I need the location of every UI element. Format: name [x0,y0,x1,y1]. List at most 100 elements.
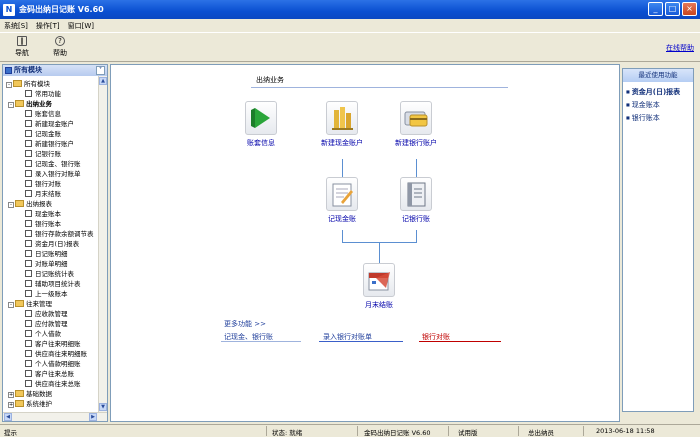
tree-item[interactable]: 资金月(日)报表 [25,239,79,249]
bank-journal-label: 记银行账 [402,215,430,223]
menu-system[interactable]: 系统[S] [4,21,28,31]
scroll-down-icon[interactable]: ▼ [99,403,107,411]
tree-label: 所有模块 [24,80,50,88]
tree-item[interactable]: 新建现金账户 [25,119,74,129]
coins-icon [326,101,358,135]
recent-item[interactable]: 银行账本 [623,113,693,123]
tree-item[interactable]: 客户往来明细账 [25,339,81,349]
tree-label: 客户往来总账 [35,370,74,378]
tree-item[interactable]: 记银行账 [25,149,61,159]
tree-label: 个人借款 [35,330,61,338]
tree-item[interactable]: 现金账本 [25,209,61,219]
recent-item[interactable]: 现金账本 [623,100,693,110]
toolbar: ‖ 导航 ? 帮助 在线帮助 [0,32,700,62]
tree-label: 出纳业务 [26,100,52,108]
horizontal-scrollbar[interactable]: ◀ ▶ [3,412,107,421]
section-divider [251,87,508,88]
tree-item[interactable]: 日记账明细 [25,249,68,259]
menu-operation[interactable]: 操作[T] [36,21,60,31]
close-button[interactable]: × [682,2,697,16]
recent-functions-title: 最近使用功能 [623,69,693,82]
tree-label: 常用功能 [35,90,61,98]
tree-item[interactable]: 应收款管理 [25,309,68,319]
connector-line [416,159,417,177]
status-bar: 提示 状态: 就绪 金码出纳日记账 V6.60 试用版 总出纳员 2013-06… [0,424,700,437]
tree-label: 往来管理 [26,300,52,308]
tree-item[interactable]: 账套信息 [25,109,61,119]
new-cash-account-button[interactable]: 新建现金账户 [307,101,377,148]
scroll-right-icon[interactable]: ▶ [89,413,97,421]
play-icon [245,101,277,135]
tree-label: 个人借款明细账 [35,360,81,368]
tree-label: 资金月(日)报表 [35,240,80,248]
tree-label: 月末结账 [35,190,61,198]
tree-item[interactable]: 供应商往来明细账 [25,349,87,359]
tree-label: 新建银行账户 [35,140,74,148]
menu-bar: 系统[S] 操作[T] 窗口[W] [0,19,700,32]
minimize-button[interactable]: _ [648,2,663,16]
product-text: 金码出纳日记账 V6.60 [364,429,431,437]
tree-folder[interactable]: + 基础数据 [8,389,52,399]
module-tree: - 所有模块常用功能 - 出纳业务 账套信息 新建现金账户 记现金账 新建银行账户 记银行账 记现… [3,79,99,409]
tree-item[interactable]: 银行存款余额调节表 [25,229,94,239]
tree-label: 对账单明细 [35,260,68,268]
nav-button[interactable]: ‖ 导航 [9,36,35,58]
tree-item[interactable]: 银行账本 [25,219,61,229]
tree-item[interactable]: 应付款管理 [25,319,68,329]
tree-label: 供应商往来总账 [35,380,81,388]
sidebar-header: 所有模块 ˅ [3,65,107,76]
chevron-down-icon[interactable]: ˅ [96,66,105,75]
tree-item[interactable]: 常用功能 [25,89,61,99]
scroll-left-icon[interactable]: ◀ [4,413,12,421]
tree-item[interactable]: 新建银行账户 [25,139,74,149]
tree-item[interactable]: 月末结账 [25,189,61,199]
cash-journal-button[interactable]: 记现金账 [307,177,377,224]
tree-folder[interactable]: - 往来管理 [8,299,52,309]
tree-folder[interactable]: - 出纳业务 [8,99,52,109]
recent-item[interactable]: 资金月(日)报表 [623,87,693,97]
expand-icon[interactable]: - [8,101,14,108]
tree-item[interactable]: 录入银行对账单 [25,169,81,179]
tree-item[interactable]: 记现金账 [25,129,61,139]
tree-item[interactable]: 对账单明细 [25,259,68,269]
tree-item[interactable]: 记现金、银行账 [25,159,81,169]
user-text: 总出纳员 [528,429,554,437]
tree-label: 上一级账本 [35,290,68,298]
expand-icon[interactable]: + [8,401,14,408]
maximize-button[interactable]: □ [665,2,680,16]
tree-item[interactable]: 个人借款明细账 [25,359,81,369]
tree-folder[interactable]: - 出纳报表 [8,199,52,209]
tree-item[interactable]: 个人借款 [25,329,61,339]
tree-item[interactable]: 辅助项目统计表 [25,279,81,289]
link-underline [221,341,301,342]
folder-icon [15,390,26,398]
connector-line [342,230,343,242]
tree-item[interactable]: 供应商往来总账 [25,379,81,389]
tree-folder[interactable]: - 所有模块 [6,79,50,89]
month-end-close-label: 月末结账 [365,301,393,309]
expand-icon[interactable]: - [6,81,12,88]
tree-item[interactable]: 上一级账本 [25,289,68,299]
tree-label: 日记账统计表 [35,270,74,278]
expand-icon[interactable]: + [8,391,14,398]
expand-icon[interactable]: - [8,201,14,208]
account-info-button[interactable]: 账套信息 [226,101,296,148]
tree-item[interactable]: 日记账统计表 [25,269,74,279]
help-button[interactable]: ? 帮助 [47,36,73,58]
online-help-link[interactable]: 在线帮助 [666,43,694,53]
month-end-close-button[interactable]: 月末结账 [344,263,414,310]
vertical-scrollbar[interactable]: ▲ ▼ [98,76,107,412]
tree-label: 基础数据 [26,390,52,398]
tree-label: 记银行账 [35,150,61,158]
more-functions-title[interactable]: 更多功能 >> [224,319,266,329]
bank-journal-button[interactable]: 记银行账 [381,177,451,224]
new-bank-account-button[interactable]: 新建银行账户 [381,101,451,148]
menu-window[interactable]: 窗口[W] [68,21,94,31]
tree-folder[interactable]: + 系统维护 [8,399,52,409]
expand-icon[interactable]: - [8,301,14,308]
tree-label: 辅助项目统计表 [35,280,81,288]
tree-item[interactable]: 客户往来总账 [25,369,74,379]
tree-item[interactable]: 银行对账 [25,179,61,189]
new-bank-account-label: 新建银行账户 [395,139,437,147]
scroll-up-icon[interactable]: ▲ [99,77,107,85]
